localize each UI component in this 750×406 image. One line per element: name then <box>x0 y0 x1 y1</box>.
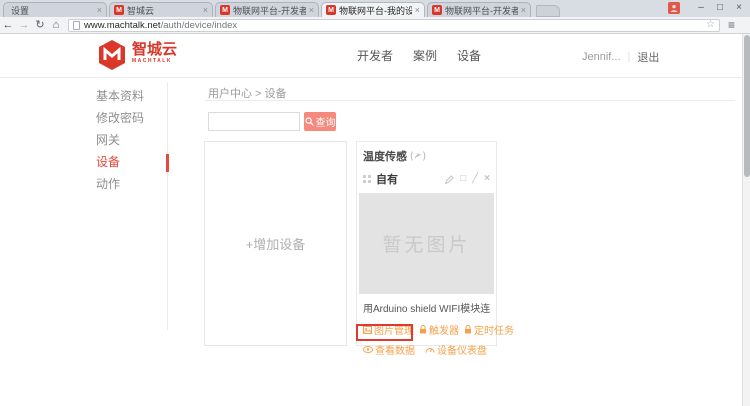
tab-title: 设置 <box>11 4 94 17</box>
logo-text-block: 智城云 MACHTALK <box>132 42 177 64</box>
logo-subtext: MACHTALK <box>132 58 177 64</box>
delete-icon[interactable]: × <box>484 174 490 184</box>
device-title: 温度传感 <box>363 148 407 164</box>
machtalk-logo[interactable] <box>97 40 127 70</box>
url-domain: www.machtalk.net <box>84 20 161 31</box>
minimize-button[interactable]: – <box>694 2 708 14</box>
device-description: 用Arduino shield WIFI模块连接物... <box>363 300 490 315</box>
device-card: 温度传感 自有 □ ╱ × 暂无图片 用Arduino shi <box>356 141 497 346</box>
window-controls: – □ × <box>668 2 746 14</box>
tab-close-icon[interactable]: × <box>521 6 526 15</box>
tab-settings[interactable]: 设置 × <box>3 2 107 17</box>
address-bar[interactable]: www.machtalk.net /auth/device/index ☆ <box>68 19 720 32</box>
tab-title: 物联网平台-开发者-注册 <box>233 4 306 17</box>
device-search-input[interactable] <box>208 112 300 131</box>
nav-cases[interactable]: 案例 <box>413 47 437 64</box>
user-area: Jennif... | 退出 <box>582 49 659 65</box>
home-button[interactable]: ⌂ <box>48 18 64 32</box>
maximize-button[interactable]: □ <box>713 2 727 14</box>
sidebar-item-password[interactable]: 修改密码 <box>96 106 162 128</box>
sidebar-item-gateway[interactable]: 网关 <box>96 128 162 150</box>
ownership-label: 自有 <box>376 171 398 187</box>
device-dashboard-link[interactable]: 设备仪表盘 <box>425 342 487 357</box>
logo-name: 智城云 <box>132 42 177 58</box>
browser-titlebar: 设置 × M 智城云 × M 物联网平台-开发者-注册 × M 物联网平台-我的… <box>0 0 750 17</box>
person-icon <box>670 4 678 12</box>
search-button[interactable]: 查询 <box>304 112 336 131</box>
device-links-row2: 查看数据 设备仪表盘 <box>363 342 490 357</box>
bookmark-star-icon[interactable]: ☆ <box>706 20 715 30</box>
tab-strip: 设置 × M 智城云 × M 物联网平台-开发者-注册 × M 物联网平台-我的… <box>3 2 560 17</box>
username-link[interactable]: Jennif... <box>582 51 621 63</box>
site-header: 智城云 MACHTALK 开发者 案例 设备 Jennif... | 退出 <box>0 34 742 78</box>
connectivity-status-icon <box>410 151 426 161</box>
back-button[interactable]: ← <box>0 18 16 32</box>
sidebar: 基本资料 修改密码 网关 设备 动作 <box>96 84 162 194</box>
no-image-placeholder: 暂无图片 <box>359 193 494 294</box>
tab-close-icon[interactable]: × <box>203 6 208 15</box>
tab-title: 物联网平台-开发者-注册 <box>445 4 518 17</box>
annotation-highlight-box <box>356 324 413 341</box>
sidebar-active-indicator <box>166 154 169 172</box>
link-label: 设备仪表盘 <box>437 342 487 357</box>
page-scrollbar[interactable] <box>742 34 750 406</box>
reload-button[interactable]: ↻ <box>32 18 48 32</box>
tab-title: 物联网平台-我的设备 <box>339 4 412 17</box>
machtalk-favicon-icon: M <box>114 5 124 15</box>
logout-link[interactable]: 退出 <box>637 49 659 65</box>
profile-avatar-button[interactable] <box>668 2 680 14</box>
view-data-link[interactable]: 查看数据 <box>363 342 415 357</box>
device-ownership-row: 自有 □ ╱ × <box>357 164 496 187</box>
tab-developer-register[interactable]: M 物联网平台-开发者-注册 × <box>215 2 319 17</box>
new-tab-button[interactable] <box>536 5 560 17</box>
browser-toolbar: ← → ↻ ⌂ www.machtalk.net /auth/device/in… <box>0 17 750 34</box>
page-content: 智城云 MACHTALK 开发者 案例 设备 Jennif... | 退出 基本… <box>0 34 742 406</box>
tab-title: 智城云 <box>127 4 200 17</box>
tab-machtalk-home[interactable]: M 智城云 × <box>109 2 213 17</box>
machtalk-favicon-icon: M <box>220 5 230 15</box>
tab-close-icon[interactable]: × <box>309 6 314 15</box>
grid-handle-icon <box>363 175 372 184</box>
add-device-label: +增加设备 <box>246 234 306 253</box>
sidebar-item-profile[interactable]: 基本资料 <box>96 84 162 106</box>
tab-close-icon[interactable]: × <box>415 6 420 15</box>
tab-close-icon[interactable]: × <box>97 6 102 15</box>
trigger-lock-icon <box>419 325 427 334</box>
search-icon <box>305 117 314 126</box>
browser-menu-icon[interactable]: ≡ <box>728 19 735 31</box>
breadcrumb: 用户中心 > 设备 <box>208 85 287 101</box>
timer-lock-icon <box>464 325 472 334</box>
machtalk-favicon-icon: M <box>326 5 336 15</box>
tab-developer-register-2[interactable]: M 物联网平台-开发者-注册 × <box>427 2 531 17</box>
link-label: 触发器 <box>429 322 459 337</box>
trigger-link[interactable]: 触发器 <box>419 322 459 337</box>
add-device-card[interactable]: +增加设备 <box>204 141 347 346</box>
link-label: 定时任务 <box>474 322 514 337</box>
nav-developer[interactable]: 开发者 <box>357 47 393 64</box>
edit-line-icon[interactable]: ╱ <box>472 174 478 184</box>
nav-devices[interactable]: 设备 <box>457 47 481 64</box>
dashboard-gauge-icon <box>425 346 435 353</box>
qr-code-icon[interactable]: □ <box>460 174 466 184</box>
sidebar-divider <box>167 82 168 330</box>
sidebar-item-action[interactable]: 动作 <box>96 172 162 194</box>
site-nav: 开发者 案例 设备 <box>357 47 481 64</box>
sidebar-item-device[interactable]: 设备 <box>96 150 162 172</box>
device-title-row: 温度传感 <box>357 142 496 164</box>
page-icon <box>73 21 80 30</box>
search-button-label: 查询 <box>316 114 336 129</box>
tab-my-devices-active[interactable]: M 物联网平台-我的设备 × <box>321 2 425 17</box>
edit-pencil-icon[interactable] <box>445 175 454 184</box>
forward-button[interactable]: → <box>16 18 32 32</box>
link-label: 查看数据 <box>375 342 415 357</box>
machtalk-favicon-icon: M <box>432 5 442 15</box>
scrollbar-thumb[interactable] <box>744 35 750 177</box>
device-actions: □ ╱ × <box>445 174 490 184</box>
divider: | <box>628 51 631 63</box>
breadcrumb-divider <box>205 100 735 101</box>
close-window-button[interactable]: × <box>732 2 746 14</box>
url-path: /auth/device/index <box>161 20 706 31</box>
eye-icon <box>363 346 373 353</box>
timer-task-link[interactable]: 定时任务 <box>464 322 514 337</box>
